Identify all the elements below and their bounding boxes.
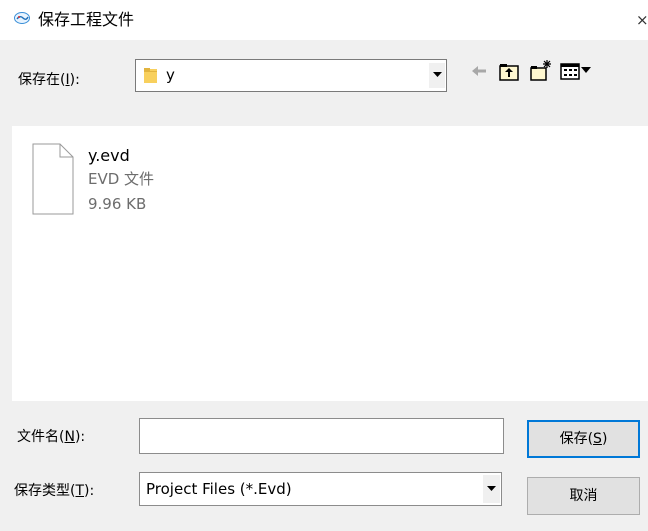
save-as-type-label: 保存类型(T): xyxy=(14,483,95,499)
save-in-value: y xyxy=(166,66,175,84)
save-in-dropdown-button[interactable] xyxy=(428,63,445,88)
file-size: 9.96 KB xyxy=(88,195,147,213)
close-button[interactable]: × xyxy=(636,8,648,32)
app-logo-icon xyxy=(14,12,30,24)
list-item[interactable]: y.evd EVD 文件 9.96 KB xyxy=(32,139,212,229)
title-bar: 保存工程文件 × xyxy=(0,0,648,40)
file-name-input[interactable] xyxy=(139,418,504,454)
up-folder-icon[interactable] xyxy=(497,58,521,84)
cancel-button[interactable]: 取消 xyxy=(527,477,640,515)
save-in-label: 保存在(I): xyxy=(18,72,80,88)
file-list[interactable]: y.evd EVD 文件 9.96 KB xyxy=(12,126,648,401)
save-as-type-dropdown-button[interactable] xyxy=(483,475,500,503)
chevron-down-icon xyxy=(433,72,442,77)
save-as-type-select[interactable]: Project Files (*.Evd) xyxy=(139,472,502,506)
save-as-type-value: Project Files (*.Evd) xyxy=(146,480,292,498)
back-arrow-icon[interactable] xyxy=(468,58,490,84)
chevron-down-icon xyxy=(487,486,496,491)
file-type: EVD 文件 xyxy=(88,170,155,188)
file-name: y.evd xyxy=(88,146,130,165)
new-folder-icon[interactable] xyxy=(529,58,553,84)
save-button[interactable]: 保存(S) xyxy=(527,420,640,458)
folder-icon xyxy=(144,68,157,83)
dialog-title: 保存工程文件 xyxy=(38,10,135,29)
save-in-dropdown[interactable]: y xyxy=(135,59,447,92)
file-icon xyxy=(32,143,74,215)
view-menu-icon[interactable] xyxy=(559,58,599,84)
file-name-label: 文件名(N): xyxy=(17,429,86,445)
